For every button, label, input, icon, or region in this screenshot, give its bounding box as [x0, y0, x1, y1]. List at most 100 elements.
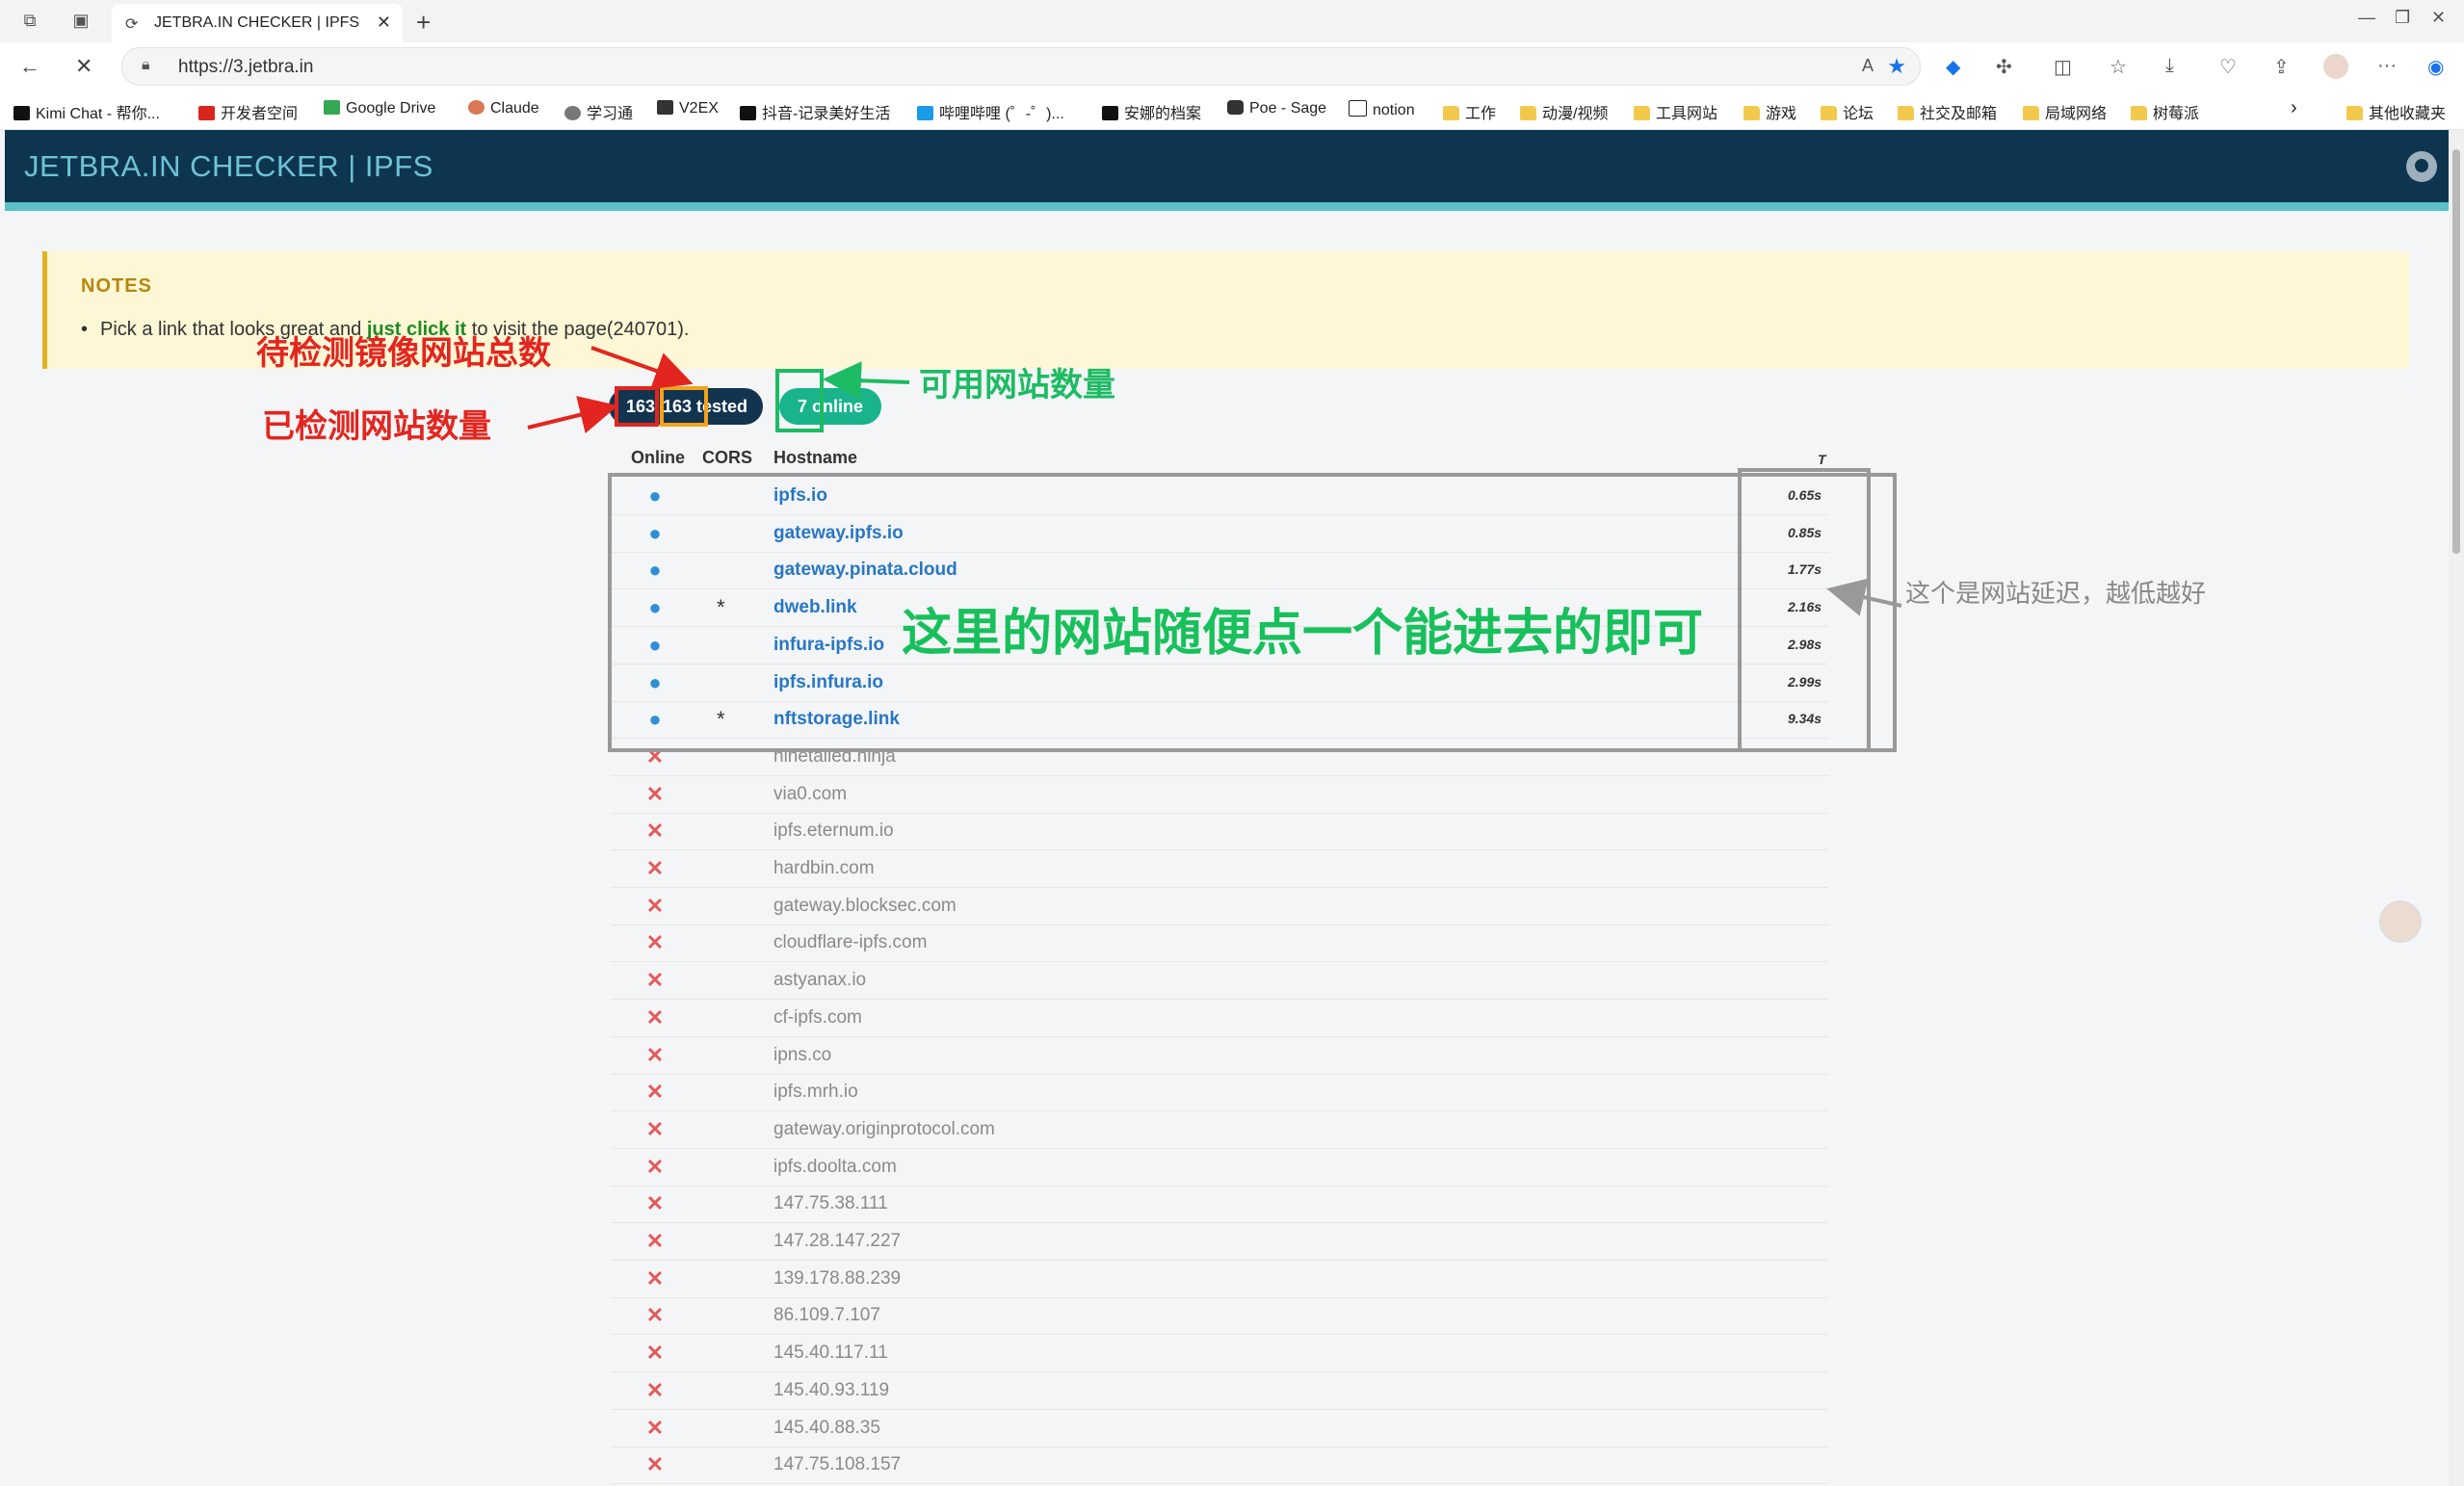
hostname-text: ipfs.eternum.io	[773, 821, 894, 842]
extensions-puzzle-icon[interactable]: ✣	[1996, 55, 2012, 79]
page-scrollbar[interactable]	[2449, 130, 2464, 1486]
annotation-latency: 这个是网站延迟，越低越好	[1905, 580, 2207, 609]
bookmark-folder-forum[interactable]: 论坛	[1821, 100, 1874, 123]
offline-cross-icon: ✕	[645, 968, 665, 993]
table-row: ✕ gateway.blocksec.com	[611, 888, 1828, 925]
offline-cross-icon: ✕	[645, 930, 665, 955]
table-row: ✕ ipfs.doolta.com	[611, 1149, 1828, 1186]
bookmark-poe[interactable]: Poe - Sage	[1227, 100, 1326, 117]
hostname-text: hardbin.com	[773, 858, 875, 878]
offline-cross-icon: ✕	[645, 1303, 665, 1328]
offline-cross-icon: ✕	[645, 1042, 665, 1067]
offline-cross-icon: ✕	[645, 1116, 665, 1141]
assistant-avatar[interactable]	[2379, 900, 2422, 943]
bookmark-folder-anime[interactable]: 动漫/视频	[1520, 100, 1608, 123]
bookmarks-overflow-chevron-icon[interactable]: ›	[2291, 97, 2297, 119]
offline-cross-icon: ✕	[645, 856, 665, 880]
hostname-text: ipfs.mrh.io	[773, 1082, 858, 1103]
arrow-online	[823, 361, 910, 401]
bookmark-folder-raspberry[interactable]: 树莓派	[2131, 100, 2199, 123]
table-row: ✕ 147.28.147.227	[611, 1223, 1828, 1261]
workspaces-icon[interactable]: ⧉	[19, 10, 40, 31]
lock-icon[interactable]: 🔒︎	[142, 57, 150, 74]
table-row: ✕ ipfs.mrh.io	[611, 1074, 1828, 1112]
offline-cross-icon: ✕	[645, 1341, 665, 1366]
url-text[interactable]: https://3.jetbra.in	[178, 57, 313, 78]
profile-avatar[interactable]	[2323, 54, 2348, 79]
table-row: ✕ ipfs.eternum.io	[611, 813, 1828, 851]
hostname-text: 145.40.93.119	[773, 1379, 890, 1400]
bookmark-folder-games[interactable]: 游戏	[1743, 100, 1796, 123]
translate-icon[interactable]: A	[1862, 56, 1874, 76]
bookmark-folder-tools[interactable]: 工具网站	[1634, 100, 1717, 123]
arrow-latency	[1826, 578, 1902, 616]
close-tab-icon[interactable]: ✕	[377, 13, 391, 33]
loading-icon: ⟳	[125, 16, 139, 33]
table-row: ✕ cloudflare-ipfs.com	[611, 925, 1828, 963]
table-row: ✕ 145.40.93.119	[611, 1372, 1828, 1410]
bookmark-bilibili[interactable]: 哔哩哔哩 (゜-゜)...	[917, 100, 1064, 123]
bookmark-dev-space[interactable]: 开发者空间	[198, 100, 298, 123]
arrow-tested	[527, 396, 618, 434]
offline-cross-icon: ✕	[645, 1452, 665, 1477]
offline-cross-icon: ✕	[645, 1229, 665, 1253]
table-row: ✕ 147.75.108.157	[611, 1447, 1828, 1485]
bookmark-google-drive[interactable]: Google Drive	[324, 100, 435, 117]
offline-cross-icon: ✕	[645, 893, 665, 918]
hostname-text: gateway.blocksec.com	[773, 895, 957, 916]
bookmark-v2ex[interactable]: V2EX	[657, 100, 719, 117]
browser-tab-bar: ⧉ ▣ ⟳ JETBRA.IN CHECKER | IPFS ✕ + — ❐ ✕	[0, 0, 2464, 42]
hostname-text: cloudflare-ipfs.com	[773, 932, 928, 953]
annotation-online: 可用网站数量	[919, 366, 1115, 404]
table-row: ✕ hardbin.com	[611, 850, 1828, 888]
extension-icon[interactable]: ◆	[1946, 55, 1960, 79]
share-icon[interactable]: ⇪	[2273, 55, 2290, 79]
minimize-icon[interactable]: —	[2358, 8, 2375, 28]
table-row: ✕ 86.109.7.107	[611, 1297, 1828, 1336]
bookmark-folder-lan[interactable]: 局域网络	[2023, 100, 2107, 123]
more-menu-icon[interactable]: ···	[2377, 55, 2397, 77]
downloads-icon[interactable]: ⤓	[2165, 55, 2174, 77]
offline-cross-icon: ✕	[645, 1080, 665, 1105]
table-row: ✕ cf-ipfs.com	[611, 1000, 1828, 1037]
bookmark-douyin[interactable]: 抖音-记录美好生活	[740, 100, 890, 123]
offline-cross-icon: ✕	[645, 1265, 665, 1290]
offline-cross-icon: ✕	[645, 1154, 665, 1179]
table-row: ✕ gateway.originprotocol.com	[611, 1111, 1828, 1149]
bookmark-claude[interactable]: Claude	[468, 100, 539, 117]
annotation-pick-site: 这里的网站随便点一个能进去的即可	[902, 605, 1704, 663]
tab-title: JETBRA.IN CHECKER | IPFS	[154, 14, 360, 31]
window-close-icon[interactable]: ✕	[2431, 8, 2446, 28]
stop-loading-icon[interactable]: ✕	[75, 54, 92, 79]
address-bar[interactable]: 🔒︎ https://3.jetbra.in A ★	[121, 47, 1921, 86]
bookmark-notion[interactable]: notion	[1349, 100, 1415, 119]
favorites-icon[interactable]: ☆	[2110, 55, 2127, 79]
offline-cross-icon: ✕	[645, 1191, 665, 1216]
back-icon[interactable]: ←	[19, 54, 40, 79]
annotation-tested: 已检测网站数量	[262, 407, 491, 446]
hostname-text: 139.178.88.239	[773, 1267, 902, 1289]
scrollbar-thumb[interactable]	[2452, 149, 2460, 554]
browser-tab-active[interactable]: ⟳ JETBRA.IN CHECKER | IPFS ✕	[112, 4, 403, 42]
bookmark-folder-social[interactable]: 社交及邮箱	[1898, 100, 1997, 123]
offline-cross-icon: ✕	[645, 1415, 665, 1440]
restore-icon[interactable]: ❐	[2395, 8, 2410, 28]
bookmark-kimi[interactable]: Kimi Chat - 帮你...	[13, 100, 160, 123]
hostname-text: ipfs.doolta.com	[773, 1156, 897, 1177]
bookmarks-bar: Kimi Chat - 帮你... 开发者空间 Google Drive Cla…	[0, 91, 2464, 130]
table-row: ✕ ipns.co	[611, 1037, 1828, 1075]
bookmark-annas-archive[interactable]: 安娜的档案	[1102, 100, 1201, 123]
bookmark-folder-other[interactable]: 其他收藏夹	[2346, 100, 2446, 123]
hostname-text: 86.109.7.107	[773, 1305, 880, 1326]
split-screen-icon[interactable]: ◫	[2054, 55, 2072, 79]
tab-actions-icon[interactable]: ▣	[70, 10, 92, 31]
offline-cross-icon: ✕	[645, 1377, 665, 1402]
favorite-star-icon[interactable]: ★	[1887, 54, 1906, 79]
bookmark-folder-work[interactable]: 工作	[1443, 100, 1496, 123]
hostname-text: astyanax.io	[773, 970, 867, 991]
bookmark-xuexitong[interactable]: 学习通	[564, 100, 633, 123]
table-row: ✕ 147.75.38.111	[611, 1186, 1828, 1224]
browser-essentials-icon[interactable]: ♡	[2219, 55, 2237, 79]
copilot-icon[interactable]: ◉	[2427, 55, 2444, 79]
new-tab-button[interactable]: +	[416, 8, 431, 38]
